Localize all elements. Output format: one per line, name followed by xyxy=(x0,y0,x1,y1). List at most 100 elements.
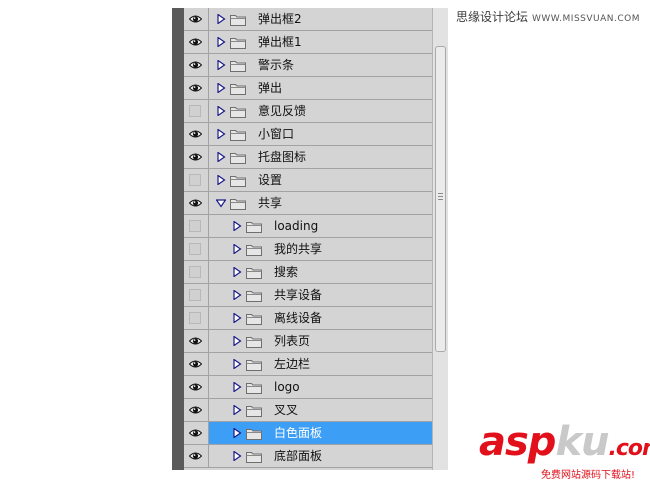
triangle-right-icon[interactable] xyxy=(232,267,242,277)
visibility-toggle[interactable] xyxy=(184,261,209,283)
folder-icon xyxy=(246,406,262,417)
layer-row[interactable]: 共享 xyxy=(184,192,432,215)
triangle-right-icon[interactable] xyxy=(216,129,226,139)
folder-icon xyxy=(230,84,246,95)
triangle-right-icon[interactable] xyxy=(232,359,242,369)
watermark-url: WWW.MISSVUAN.COM xyxy=(532,14,640,24)
layer-row[interactable]: 弹出框1 xyxy=(184,31,432,54)
folder-icon xyxy=(230,130,246,141)
layers-scrollbar[interactable] xyxy=(432,8,448,470)
visibility-toggle[interactable] xyxy=(184,399,209,421)
layer-row[interactable]: 离线设备 xyxy=(184,307,432,330)
triangle-right-icon[interactable] xyxy=(232,405,242,415)
layer-name: 托盘图标 xyxy=(258,150,307,164)
triangle-right-icon[interactable] xyxy=(216,14,226,24)
layer-name: 小窗口 xyxy=(258,127,295,141)
triangle-right-icon[interactable] xyxy=(216,152,226,162)
visibility-toggle[interactable] xyxy=(184,146,209,168)
visibility-toggle[interactable] xyxy=(184,192,209,214)
layer-name: 底部面板 xyxy=(274,449,323,463)
triangle-right-icon[interactable] xyxy=(216,60,226,70)
visibility-toggle[interactable] xyxy=(184,77,209,99)
eye-empty-icon xyxy=(189,289,201,301)
eye-empty-icon xyxy=(189,312,201,324)
triangle-right-icon[interactable] xyxy=(216,37,226,47)
layer-row[interactable]: 底部面板 xyxy=(184,445,432,468)
triangle-right-icon[interactable] xyxy=(216,106,226,116)
layer-row[interactable]: 左边栏 xyxy=(184,353,432,376)
layer-row[interactable]: 白色面板 xyxy=(184,422,432,445)
visibility-toggle[interactable] xyxy=(184,54,209,76)
layer-row[interactable]: loading xyxy=(184,215,432,238)
layers-list: 弹出框2 弹出框1 警示条 弹出 意见反馈小窗口托盘图标设置共享 loading 我的共享搜… xyxy=(184,8,432,470)
layer-row[interactable]: 搜索 xyxy=(184,261,432,284)
triangle-right-icon[interactable] xyxy=(232,428,242,438)
visibility-toggle[interactable] xyxy=(184,169,209,191)
visibility-toggle[interactable] xyxy=(184,376,209,398)
visibility-toggle[interactable] xyxy=(184,8,209,30)
layer-row[interactable]: 设置 xyxy=(184,169,432,192)
layer-name: 共享 xyxy=(258,196,283,210)
layer-name: 列表页 xyxy=(274,334,311,348)
layer-row[interactable]: 列表页 xyxy=(184,330,432,353)
folder-icon xyxy=(246,360,262,371)
triangle-right-icon[interactable] xyxy=(216,83,226,93)
visibility-toggle[interactable] xyxy=(184,238,209,260)
layer-row[interactable]: 共享设备 xyxy=(184,284,432,307)
visibility-toggle[interactable] xyxy=(184,215,209,237)
folder-icon xyxy=(230,61,246,72)
logo-asp: asp xyxy=(479,419,556,465)
visibility-toggle[interactable] xyxy=(184,100,209,122)
layer-row[interactable]: logo xyxy=(184,376,432,399)
eye-icon xyxy=(189,429,202,437)
triangle-right-icon[interactable] xyxy=(232,336,242,346)
triangle-right-icon[interactable] xyxy=(232,313,242,323)
layer-row[interactable]: 小窗口 xyxy=(184,123,432,146)
layer-row[interactable]: 弹出框2 xyxy=(184,8,432,31)
visibility-toggle[interactable] xyxy=(184,31,209,53)
eye-icon xyxy=(189,38,202,46)
layer-row[interactable]: 叉叉 xyxy=(184,399,432,422)
triangle-down-icon[interactable] xyxy=(216,198,226,208)
eye-empty-icon xyxy=(189,243,201,255)
layer-row[interactable]: 警示条 xyxy=(184,54,432,77)
folder-icon xyxy=(230,38,246,49)
visibility-toggle[interactable] xyxy=(184,123,209,145)
watermark-top: 思缘设计论坛 WWW.MISSVUAN.COM xyxy=(456,8,640,25)
visibility-toggle[interactable] xyxy=(184,284,209,306)
visibility-toggle[interactable] xyxy=(184,330,209,352)
eye-icon xyxy=(189,153,202,161)
layer-row[interactable]: 意见反馈 xyxy=(184,100,432,123)
layer-name: 左边栏 xyxy=(274,357,311,371)
layer-row[interactable]: 托盘图标 xyxy=(184,146,432,169)
triangle-right-icon[interactable] xyxy=(232,290,242,300)
visibility-toggle[interactable] xyxy=(184,353,209,375)
layer-name: 共享设备 xyxy=(274,288,323,302)
visibility-toggle[interactable] xyxy=(184,422,209,444)
eye-icon xyxy=(189,360,202,368)
eye-empty-icon xyxy=(189,174,201,186)
layer-name: loading xyxy=(274,219,319,233)
visibility-toggle[interactable] xyxy=(184,445,209,467)
folder-icon xyxy=(230,199,246,210)
visibility-toggle[interactable] xyxy=(184,307,209,329)
triangle-right-icon[interactable] xyxy=(232,244,242,254)
logo-wordmark: aspku.com xyxy=(479,419,650,471)
triangle-right-icon[interactable] xyxy=(232,382,242,392)
scrollbar-grip-icon xyxy=(438,193,443,202)
layer-name: 设置 xyxy=(258,173,283,187)
layer-row[interactable]: 弹出 xyxy=(184,77,432,100)
triangle-right-icon[interactable] xyxy=(232,221,242,231)
eye-icon xyxy=(189,84,202,92)
triangle-right-icon[interactable] xyxy=(216,175,226,185)
eye-empty-icon xyxy=(189,220,201,232)
scrollbar-thumb[interactable] xyxy=(435,46,446,352)
aspku-logo: aspku.com 免费网站源码下载站! xyxy=(479,419,650,482)
eye-icon xyxy=(189,15,202,23)
eye-icon xyxy=(189,383,202,391)
eye-icon xyxy=(189,406,202,414)
triangle-right-icon[interactable] xyxy=(232,451,242,461)
folder-icon xyxy=(246,452,262,463)
layer-name: logo xyxy=(274,380,300,394)
layer-row[interactable]: 我的共享 xyxy=(184,238,432,261)
